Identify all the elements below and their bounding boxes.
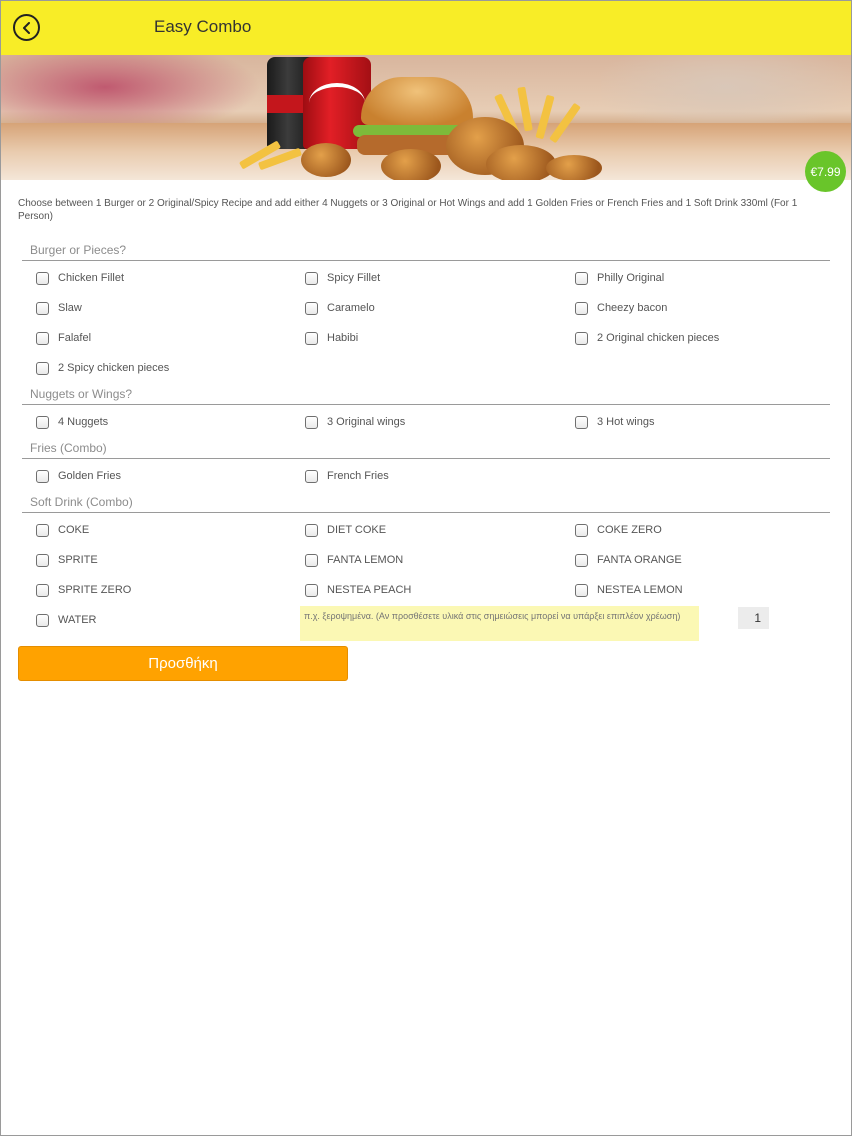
- option-checkbox[interactable]: Caramelo: [305, 298, 375, 318]
- option-checkbox[interactable]: Slaw: [36, 298, 82, 318]
- divider: [22, 512, 830, 513]
- option-checkbox[interactable]: Golden Fries: [36, 466, 121, 486]
- checkbox[interactable]: [305, 331, 318, 345]
- option-checkbox[interactable]: DIET COKE: [305, 520, 386, 540]
- combo-banner-image: [1, 55, 851, 180]
- option-checkbox[interactable]: NESTEA LEMON: [575, 580, 683, 600]
- divider: [22, 404, 830, 405]
- option-checkbox[interactable]: 4 Nuggets: [36, 412, 108, 432]
- chicken-piece-icon: [301, 143, 351, 177]
- chevron-left-icon: [22, 21, 30, 34]
- option-checkbox[interactable]: 2 Original chicken pieces: [575, 328, 719, 348]
- option-checkbox[interactable]: WATER: [36, 610, 97, 630]
- section-title-soft-drink: Soft Drink (Combo): [30, 495, 133, 509]
- checkbox[interactable]: [575, 301, 588, 315]
- option-checkbox[interactable]: Cheezy bacon: [575, 298, 667, 318]
- page-title: Easy Combo: [154, 17, 252, 36]
- section-title-fries: Fries (Combo): [30, 441, 107, 455]
- checkbox[interactable]: [305, 583, 318, 597]
- checkbox[interactable]: [36, 553, 49, 567]
- top-bar: Easy Combo: [1, 1, 851, 55]
- notes-input[interactable]: [300, 606, 699, 641]
- option-checkbox[interactable]: 3 Original wings: [305, 412, 405, 432]
- checkbox[interactable]: [36, 331, 49, 345]
- divider: [22, 458, 830, 459]
- checkbox[interactable]: [36, 583, 49, 597]
- back-icon[interactable]: [13, 14, 40, 41]
- checkbox[interactable]: [575, 271, 588, 285]
- checkbox[interactable]: [305, 271, 318, 285]
- option-checkbox[interactable]: Spicy Fillet: [305, 268, 380, 288]
- option-checkbox[interactable]: FANTA LEMON: [305, 550, 403, 570]
- checkbox[interactable]: [36, 361, 49, 375]
- option-checkbox[interactable]: FANTA ORANGE: [575, 550, 682, 570]
- checkbox[interactable]: [36, 469, 49, 483]
- option-checkbox[interactable]: COKE: [36, 520, 89, 540]
- price-badge: €7.99: [805, 151, 846, 192]
- option-checkbox[interactable]: 3 Hot wings: [575, 412, 654, 432]
- option-checkbox[interactable]: SPRITE ZERO: [36, 580, 131, 600]
- option-checkbox[interactable]: Chicken Fillet: [36, 268, 124, 288]
- option-checkbox[interactable]: Philly Original: [575, 268, 664, 288]
- checkbox[interactable]: [575, 331, 588, 345]
- checkbox[interactable]: [575, 553, 588, 567]
- checkbox[interactable]: [305, 301, 318, 315]
- option-checkbox[interactable]: SPRITE: [36, 550, 98, 570]
- option-checkbox[interactable]: NESTEA PEACH: [305, 580, 411, 600]
- section-title-nuggets-or-wings: Nuggets or Wings?: [30, 387, 133, 401]
- checkbox[interactable]: [575, 583, 588, 597]
- checkbox[interactable]: [305, 469, 318, 483]
- option-checkbox[interactable]: COKE ZERO: [575, 520, 662, 540]
- divider: [22, 260, 830, 261]
- checkbox[interactable]: [36, 301, 49, 315]
- option-checkbox[interactable]: 2 Spicy chicken pieces: [36, 358, 169, 378]
- burger-icon: [361, 77, 473, 125]
- checkbox[interactable]: [305, 415, 318, 429]
- quantity-field[interactable]: 1: [738, 607, 769, 629]
- checkbox[interactable]: [36, 271, 49, 285]
- checkbox[interactable]: [36, 523, 49, 537]
- checkbox[interactable]: [36, 415, 49, 429]
- combo-description: Choose between 1 Burger or 2 Original/Sp…: [18, 198, 798, 222]
- option-checkbox[interactable]: French Fries: [305, 466, 389, 486]
- option-checkbox[interactable]: Habibi: [305, 328, 358, 348]
- checkbox[interactable]: [575, 415, 588, 429]
- section-title-burger-or-pieces: Burger or Pieces?: [30, 243, 127, 257]
- checkbox[interactable]: [36, 613, 49, 627]
- option-checkbox[interactable]: Falafel: [36, 328, 91, 348]
- checkbox[interactable]: [305, 523, 318, 537]
- add-to-cart-button[interactable]: Προσθήκη: [18, 646, 348, 681]
- checkbox[interactable]: [575, 523, 588, 537]
- checkbox[interactable]: [305, 553, 318, 567]
